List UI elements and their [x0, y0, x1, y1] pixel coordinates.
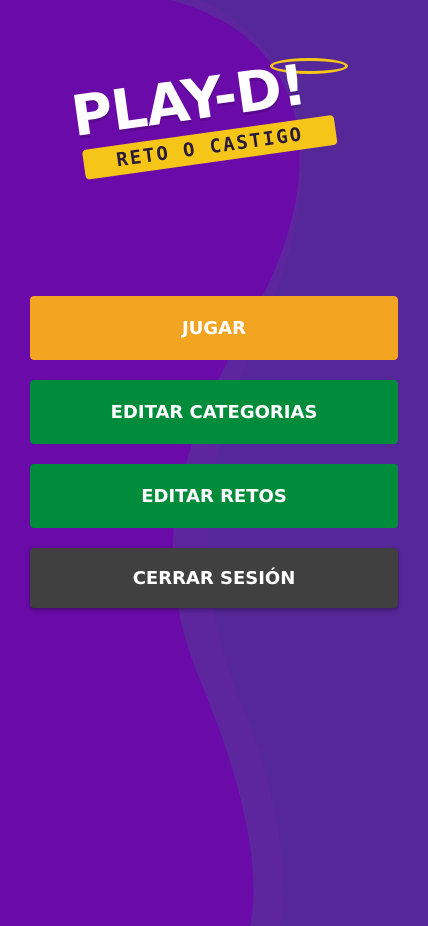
- edit-challenges-button[interactable]: EDITAR RETOS: [30, 464, 398, 528]
- main-menu: JUGAR EDITAR CATEGORIAS EDITAR RETOS CER…: [30, 296, 398, 628]
- edit-categories-button[interactable]: EDITAR CATEGORIAS: [30, 380, 398, 444]
- app-logo: PLAY-D! RETO O CASTIGO: [68, 52, 362, 207]
- logout-button[interactable]: CERRAR SESIÓN: [30, 548, 398, 608]
- play-button[interactable]: JUGAR: [30, 296, 398, 360]
